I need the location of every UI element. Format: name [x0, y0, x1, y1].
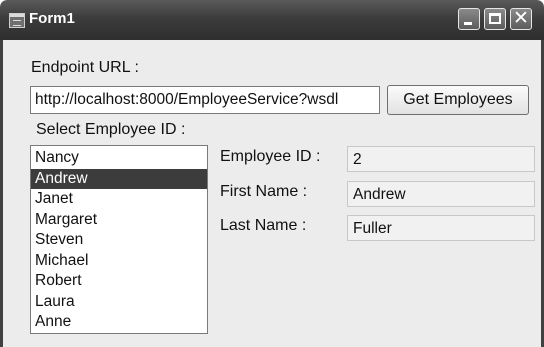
window-title: Form1 [29, 10, 75, 27]
select-employee-label: Select Employee ID : [36, 121, 186, 138]
endpoint-url-label: Endpoint URL : [31, 59, 139, 76]
title-bar[interactable]: Form1 ✕ [0, 0, 544, 40]
first-name-label: First Name : [220, 183, 308, 200]
employee-listbox[interactable]: Nancy Andrew Janet Margaret Steven Michael Rob… [30, 145, 208, 334]
list-item[interactable]: Nancy [31, 148, 207, 169]
minimize-icon [464, 22, 472, 25]
minimize-button[interactable] [458, 8, 480, 30]
first-name-field[interactable]: Andrew [347, 181, 535, 207]
list-item[interactable]: Andrew [31, 168, 207, 189]
employee-id-field[interactable]: 2 [347, 146, 535, 172]
maximize-button[interactable] [484, 8, 506, 30]
list-item[interactable]: Steven [31, 230, 207, 251]
list-item[interactable]: Michael [31, 251, 207, 272]
form1-window: Form1 ✕ Endpoint URL : http://localhost:… [0, 0, 544, 347]
list-item[interactable]: Margaret [31, 210, 207, 231]
list-item[interactable]: Laura [31, 292, 207, 313]
last-name-label: Last Name : [220, 217, 307, 234]
employee-id-label: Employee ID : [220, 148, 321, 165]
endpoint-url-input[interactable]: http://localhost:8000/EmployeeService?ws… [30, 86, 380, 114]
last-name-field[interactable]: Fuller [347, 215, 535, 241]
form-app-icon[interactable] [9, 13, 25, 28]
list-item[interactable]: Robert [31, 271, 207, 292]
get-employees-button[interactable]: Get Employees [387, 85, 529, 115]
close-icon: ✕ [513, 7, 529, 29]
maximize-icon [489, 13, 501, 24]
list-item[interactable]: Anne [31, 312, 207, 333]
close-button[interactable]: ✕ [510, 7, 532, 30]
list-item[interactable]: Janet [31, 189, 207, 210]
